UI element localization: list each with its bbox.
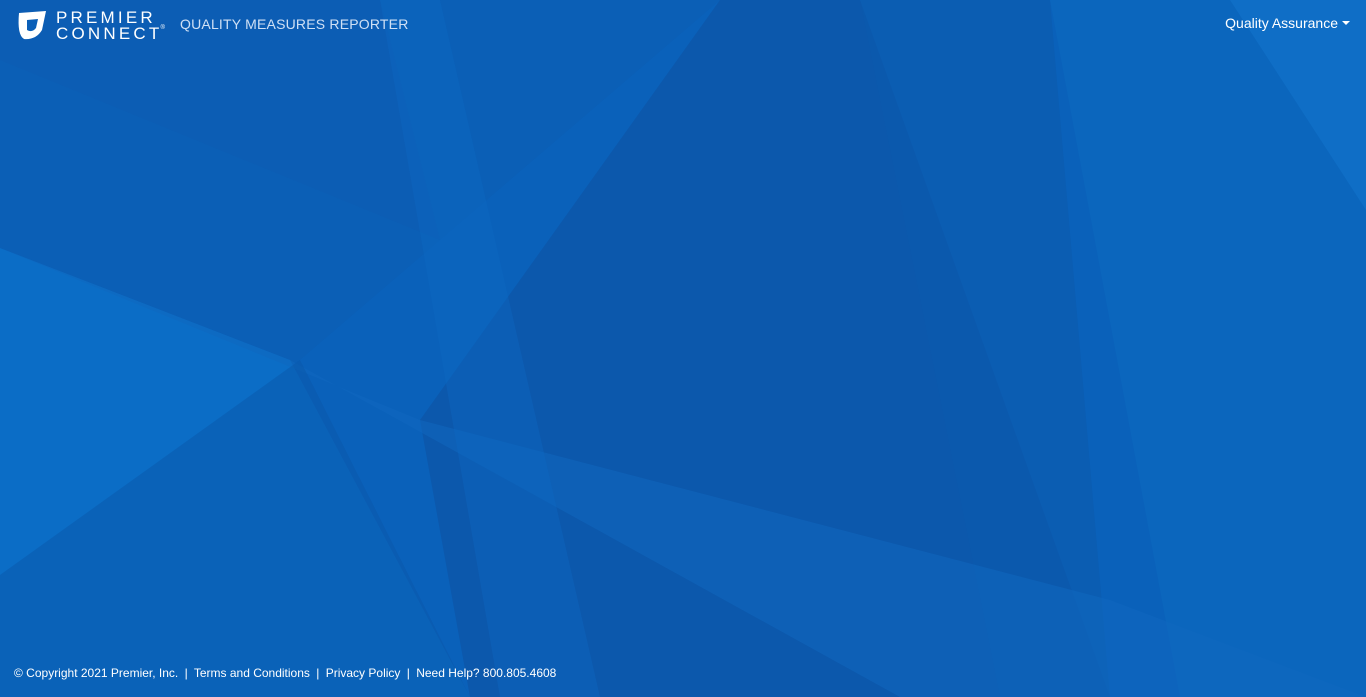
premier-connect-logo-icon <box>18 11 46 40</box>
logo-line-connect: CONNECT® <box>56 25 165 42</box>
footer-separator: | <box>316 666 320 680</box>
footer-separator: | <box>406 666 410 680</box>
top-navigation-bar: PREMIER CONNECT® QUALITY MEASURES REPORT… <box>0 0 1366 48</box>
copyright-text: © Copyright 2021 Premier, Inc. <box>14 666 179 680</box>
app-title: QUALITY MEASURES REPORTER <box>180 16 409 32</box>
background-graphic <box>0 0 1366 697</box>
footer: © Copyright 2021 Premier, Inc. | Terms a… <box>14 666 556 680</box>
footer-separator: | <box>184 666 188 680</box>
privacy-link[interactable]: Privacy Policy <box>326 666 401 680</box>
logo-line-connect-text: CONNECT <box>56 23 163 43</box>
caret-down-icon <box>1342 21 1350 25</box>
help-text: Need Help? 800.805.4608 <box>416 666 557 680</box>
user-menu-label: Quality Assurance <box>1225 15 1338 31</box>
premier-connect-logo[interactable]: PREMIER CONNECT® <box>16 8 165 42</box>
terms-link[interactable]: Terms and Conditions <box>194 666 310 680</box>
user-menu-dropdown[interactable]: Quality Assurance <box>1225 15 1350 31</box>
registered-mark: ® <box>160 24 165 31</box>
